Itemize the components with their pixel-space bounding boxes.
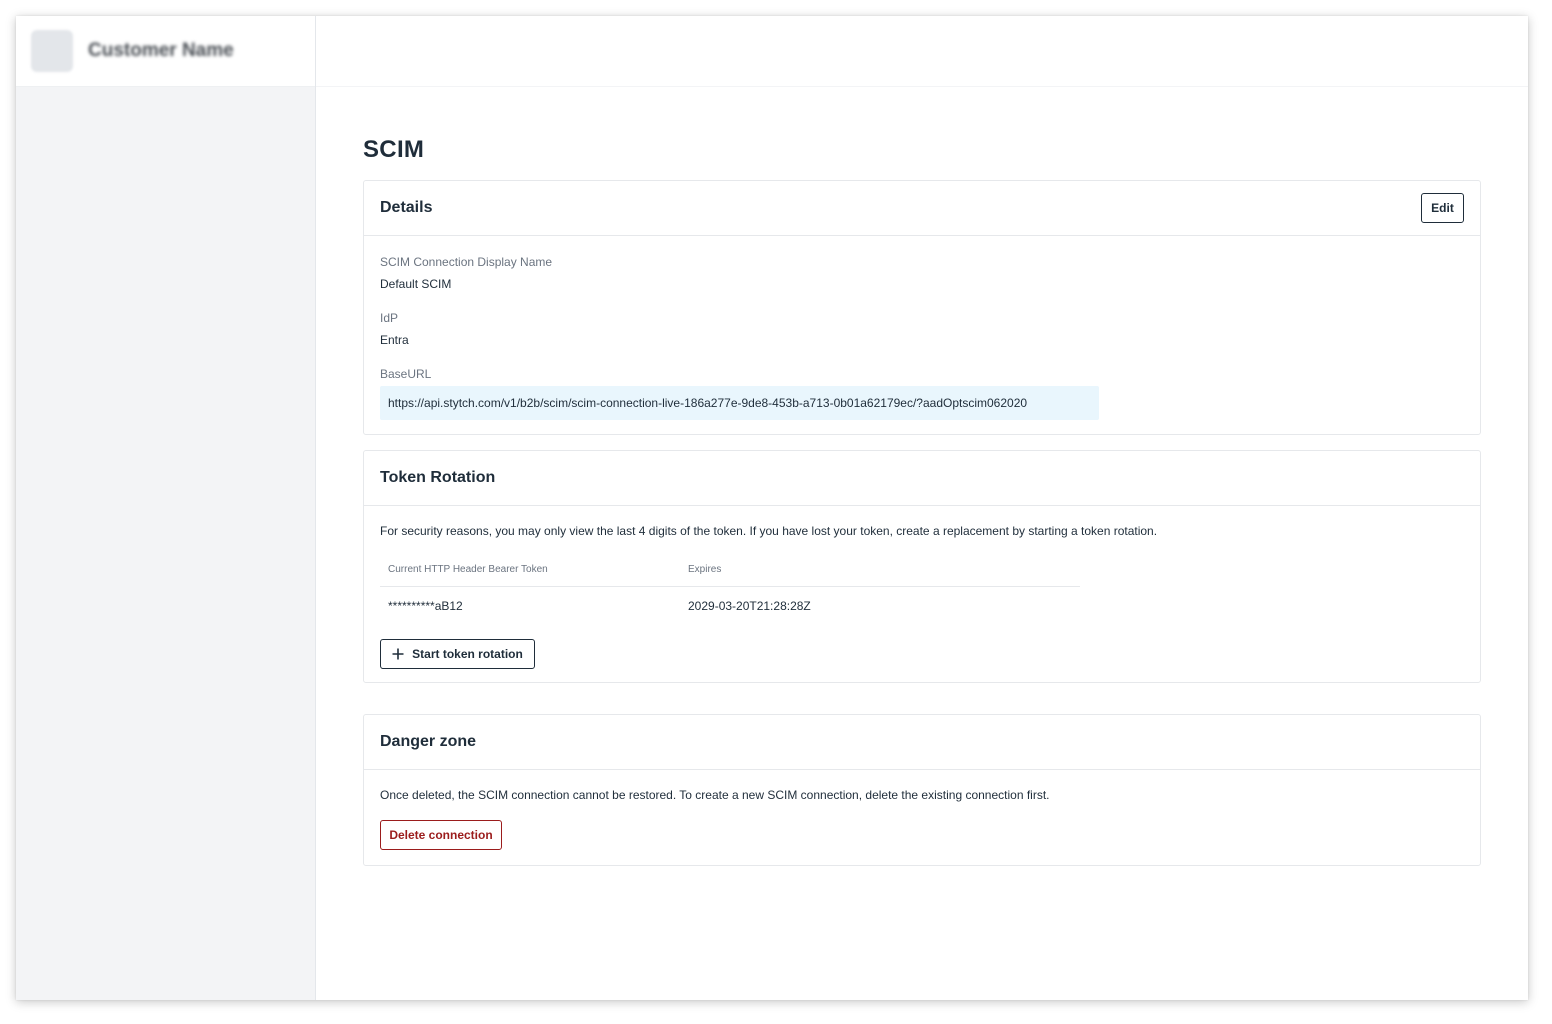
token-column-header: Current HTTP Header Bearer Token [388,563,548,575]
sidebar: Customer Name [16,16,316,1000]
delete-connection-button[interactable]: Delete connection [380,820,502,850]
details-card: Details Edit SCIM Connection Display Nam… [363,180,1481,435]
expires-value: 2029-03-20T21:28:28Z [688,599,811,613]
token-value: **********aB12 [388,599,463,613]
token-rotation-description: For security reasons, you may only view … [380,524,1158,538]
page-title: SCIM [363,136,425,163]
plus-icon [392,648,404,660]
idp-field: IdP Entra [380,310,1464,348]
details-title: Details [380,199,433,216]
table-row: **********aB12 2029-03-20T21:28:28Z [380,587,1080,625]
edit-button[interactable]: Edit [1421,193,1464,223]
token-table: Current HTTP Header Bearer Token Expires… [380,552,1080,625]
idp-value: Entra [380,333,409,347]
start-token-rotation-button[interactable]: Start token rotation [380,639,535,669]
base-url-label: BaseURL [380,367,432,381]
details-body: SCIM Connection Display Name Default SCI… [364,236,1480,436]
details-card-header: Details Edit [364,181,1480,236]
base-url-value[interactable]: https://api.stytch.com/v1/b2b/scim/scim-… [380,386,1099,420]
danger-zone-card: Danger zone Once deleted, the SCIM conne… [363,714,1481,866]
app-window: Customer Name SCIM Details Edit SCIM Con… [16,16,1528,1000]
token-table-header: Current HTTP Header Bearer Token Expires [380,552,1080,587]
display-name-field: SCIM Connection Display Name Default SCI… [380,254,1464,292]
display-name-label: SCIM Connection Display Name [380,255,553,269]
customer-name: Customer Name [88,40,234,61]
top-bar [316,16,1528,87]
start-token-rotation-label: Start token rotation [412,647,523,661]
idp-label: IdP [380,311,399,325]
danger-zone-title: Danger zone [380,733,477,750]
expires-column-header: Expires [688,563,722,575]
danger-zone-header: Danger zone [364,715,1480,770]
token-rotation-title: Token Rotation [380,469,496,486]
token-rotation-body: For security reasons, you may only view … [364,506,1480,685]
token-rotation-card: Token Rotation For security reasons, you… [363,450,1481,683]
sidebar-header: Customer Name [16,16,315,87]
token-rotation-header: Token Rotation [364,451,1480,506]
main-content: SCIM Details Edit SCIM Connection Displa… [363,134,1481,866]
base-url-field: BaseURL https://api.stytch.com/v1/b2b/sc… [380,366,1464,420]
danger-zone-body: Once deleted, the SCIM connection cannot… [364,770,1480,866]
customer-avatar [31,30,73,72]
danger-zone-description: Once deleted, the SCIM connection cannot… [380,788,1050,802]
display-name-value: Default SCIM [380,277,452,291]
